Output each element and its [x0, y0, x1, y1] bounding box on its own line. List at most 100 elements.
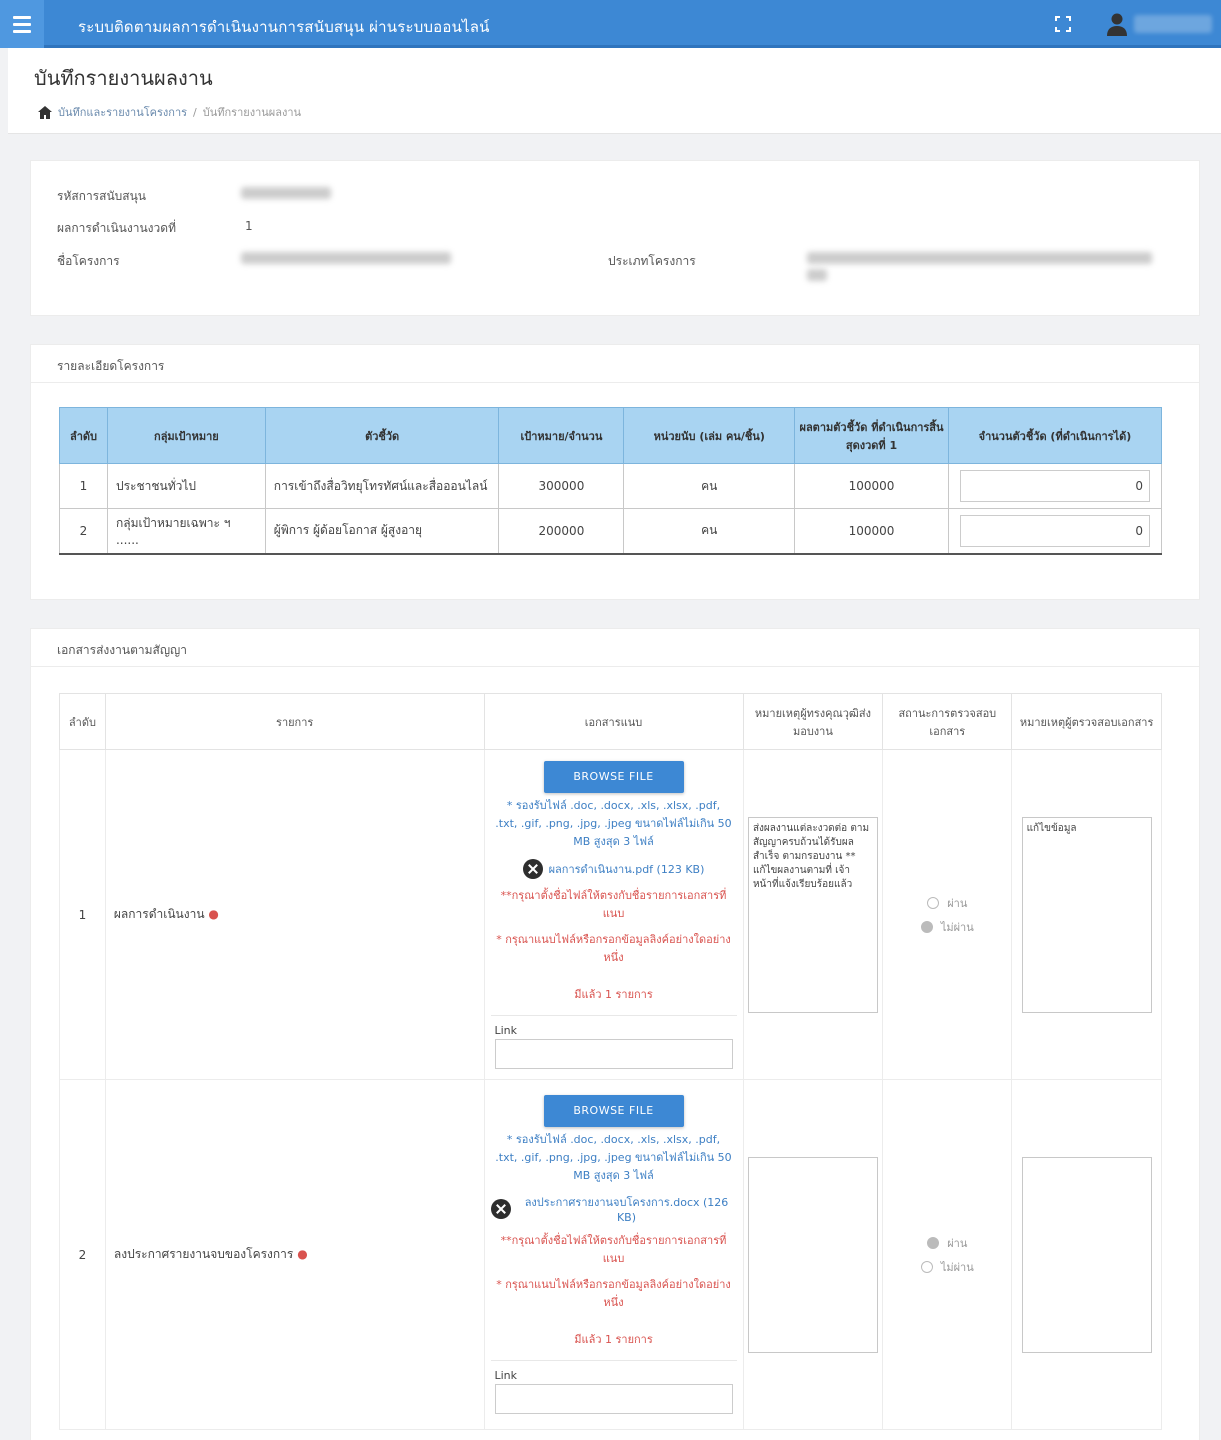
- cell-no: 1: [59, 749, 106, 1080]
- column-header: ลำดับ: [59, 407, 108, 464]
- review-status-radio-group: ผ่าน ไม่ผ่าน: [883, 1234, 1011, 1276]
- info-label: ประเภทโครงการ: [608, 254, 696, 268]
- info-label: รหัสการสนับสนุน: [57, 189, 147, 203]
- page-header: บันทึกรายงานผลงาน บันทึกและรายงานโครงการ…: [8, 48, 1221, 134]
- file-hint: * รองรับไฟล์ .doc, .docx, .xls, .xlsx, .…: [495, 798, 732, 848]
- user-name[interactable]: [1134, 15, 1212, 33]
- cell-input: [947, 508, 1163, 555]
- info-value-redacted: [241, 252, 451, 267]
- attach-warning: * กรุณาแนบไฟล์หรือกรอกข้อมูลลิงค์อย่างใด…: [496, 932, 731, 964]
- reviewer-note-textarea[interactable]: แก้ไขข้อมูล: [1021, 816, 1152, 1013]
- file-count: มีแล้ว 1 รายการ: [574, 987, 653, 1001]
- indicator-count-input[interactable]: [959, 514, 1150, 547]
- documents-table: ลำดับ รายการ เอกสารแนบ หมายเหตุผู้ทรงคุณ…: [59, 693, 1162, 1430]
- submitter-note-textarea[interactable]: [747, 1156, 878, 1353]
- column-header: ผลตามตัวชี้วัด ที่ดำเนินการสิ้นสุดงวดที่…: [794, 407, 949, 464]
- documents-card: เอกสารส่งงานตามสัญญา ลำดับ รายการ เอกสาร…: [30, 628, 1200, 1440]
- cell-name: ผลการดำเนินงาน ●: [104, 749, 485, 1080]
- attached-file-link[interactable]: ผลการดำเนินงาน.pdf (123 KB): [549, 860, 705, 878]
- cell-review: [1011, 1079, 1162, 1430]
- user-icon[interactable]: [1106, 12, 1128, 36]
- app-title: ระบบติดตามผลการดำเนินงานการสนับสนุน ผ่าน…: [78, 18, 490, 36]
- info-label: ผลการดำเนินงานงวดที่: [57, 221, 176, 235]
- column-header: หน่วยนับ (เล่ม คน/ชิ้น): [623, 407, 796, 464]
- attached-file-link[interactable]: ลงประกาศรายงานจบโครงการ.docx (126 KB): [517, 1193, 737, 1224]
- remove-file-icon[interactable]: [522, 858, 543, 879]
- cell-status: ผ่าน ไม่ผ่าน: [882, 749, 1013, 1080]
- file-count: มีแล้ว 1 รายการ: [574, 1333, 653, 1346]
- browse-file-button[interactable]: BROWSE FILE: [543, 760, 684, 793]
- section-title: เอกสารส่งงานตามสัญญา: [31, 629, 1199, 667]
- hamburger-menu-icon[interactable]: [0, 0, 44, 48]
- cell-target: 300000: [498, 463, 625, 509]
- breadcrumb-separator: /: [193, 105, 197, 119]
- cell-no: 2: [59, 508, 108, 555]
- column-header: หมายเหตุผู้ตรวจสอบเอกสาร: [1011, 693, 1162, 750]
- link-field-group: Link: [490, 1014, 737, 1077]
- info-value-redacted: [807, 252, 1152, 284]
- radio-fail[interactable]: ไม่ผ่าน: [883, 1258, 1011, 1276]
- remove-file-icon[interactable]: [490, 1198, 511, 1219]
- file-hint: * รองรับไฟล์ .doc, .docx, .xls, .xlsx, .…: [495, 1133, 732, 1182]
- cell-status: ผ่าน ไม่ผ่าน: [882, 1079, 1013, 1430]
- radio-dot[interactable]: [927, 896, 940, 909]
- radio-dot[interactable]: [920, 1260, 933, 1273]
- radio-label: ไม่ผ่าน: [940, 1260, 974, 1274]
- info-label: ชื่อโครงการ: [57, 254, 120, 268]
- top-navbar: ระบบติดตามผลการดำเนินงานการสนับสนุน ผ่าน…: [0, 0, 1221, 48]
- column-header: เอกสารแนบ: [483, 693, 744, 750]
- column-header: เป้าหมาย/จำนวน: [498, 407, 625, 464]
- cell-upload: BROWSE FILE * รองรับไฟล์ .doc, .docx, .x…: [483, 1079, 744, 1430]
- radio-fail[interactable]: ไม่ผ่าน: [883, 918, 1011, 936]
- attached-file: ลงประกาศรายงานจบโครงการ.docx (126 KB): [490, 1193, 737, 1224]
- column-header: ลำดับ: [59, 693, 106, 750]
- link-input[interactable]: [494, 1038, 733, 1069]
- link-label: Link: [494, 1369, 518, 1382]
- cell-unit: คน: [623, 508, 796, 555]
- targets-card: รายละเอียดโครงการ ลำดับ กลุ่มเป้าหมาย ตั…: [30, 344, 1200, 600]
- targets-table: ลำดับ กลุ่มเป้าหมาย ตัวชี้วัด เป้าหมาย/จ…: [59, 407, 1163, 555]
- attached-file: ผลการดำเนินงาน.pdf (123 KB): [491, 858, 737, 879]
- cell-no: 1: [59, 463, 108, 509]
- radio-label: ผ่าน: [947, 896, 968, 910]
- cell-target: 200000: [498, 508, 625, 555]
- filename-warning: **กรุณาตั้งชื่อไฟล์ให้ตรงกับชื่อรายการเอ…: [500, 1234, 727, 1265]
- breadcrumb-current: บันทึกรายงานผลงาน: [202, 106, 302, 119]
- reviewer-note-textarea[interactable]: [1021, 1156, 1152, 1353]
- cell-unit: คน: [623, 463, 796, 509]
- column-header: จำนวนตัวชี้วัด (ที่ดำเนินการได้): [947, 407, 1163, 464]
- info-value-redacted: [241, 187, 331, 202]
- cell-indicator: ผู้พิการ ผู้ด้อยโอกาส ผู้สูงอายุ: [264, 508, 500, 555]
- section-title: รายละเอียดโครงการ: [31, 345, 1199, 383]
- cell-review: แก้ไขข้อมูล: [1011, 749, 1162, 1080]
- breadcrumb-link[interactable]: บันทึกและรายงานโครงการ: [58, 103, 187, 121]
- browse-file-button[interactable]: BROWSE FILE: [543, 1095, 684, 1127]
- indicator-count-input[interactable]: [959, 470, 1150, 502]
- link-input[interactable]: [494, 1384, 733, 1414]
- cell-note: ส่งผลงานแต่ละงวดต่อ ตามสัญญาครบถ้วนได้รั…: [742, 749, 884, 1080]
- radio-label: ไม่ผ่าน: [940, 920, 974, 934]
- required-marker: ●: [297, 1247, 308, 1261]
- column-header: หมายเหตุผู้ทรงคุณวุฒิส่งมอบงาน: [742, 693, 884, 750]
- filename-warning: **กรุณาตั้งชื่อไฟล์ให้ตรงกับชื่อรายการเอ…: [500, 888, 727, 920]
- link-field-group: Link: [490, 1360, 737, 1422]
- radio-dot-selected[interactable]: [920, 920, 933, 933]
- submitter-note-textarea[interactable]: ส่งผลงานแต่ละงวดต่อ ตามสัญญาครบถ้วนได้รั…: [747, 816, 878, 1013]
- table-row: 1 ผลการดำเนินงาน ● BROWSE FILE * รองรับไ…: [59, 749, 1162, 1080]
- radio-pass[interactable]: ผ่าน: [883, 1234, 1011, 1252]
- document-name: ลงประกาศรายงานจบของโครงการ: [113, 1247, 294, 1261]
- home-icon[interactable]: [38, 105, 52, 119]
- page-title: บันทึกรายงานผลงาน: [34, 66, 213, 90]
- attach-warning: * กรุณาแนบไฟล์หรือกรอกข้อมูลลิงค์อย่างใด…: [496, 1278, 731, 1309]
- radio-dot-selected[interactable]: [927, 1236, 940, 1249]
- document-name: ผลการดำเนินงาน: [113, 907, 205, 921]
- column-header: กลุ่มเป้าหมาย: [106, 407, 266, 464]
- fullscreen-icon[interactable]: [1055, 16, 1071, 32]
- table-row: 1 ประชาชนทั่วไป การเข้าถึงสื่อวิทยุโทรทั…: [59, 463, 1163, 509]
- column-header: ตัวชี้วัด: [264, 407, 500, 464]
- info-value: 1: [245, 219, 253, 233]
- column-header: สถานะการตรวจสอบเอกสาร: [882, 693, 1013, 750]
- radio-pass[interactable]: ผ่าน: [883, 894, 1011, 912]
- breadcrumb: บันทึกและรายงานโครงการ / บันทึกรายงานผลง…: [38, 103, 301, 121]
- cell-input: [947, 463, 1163, 509]
